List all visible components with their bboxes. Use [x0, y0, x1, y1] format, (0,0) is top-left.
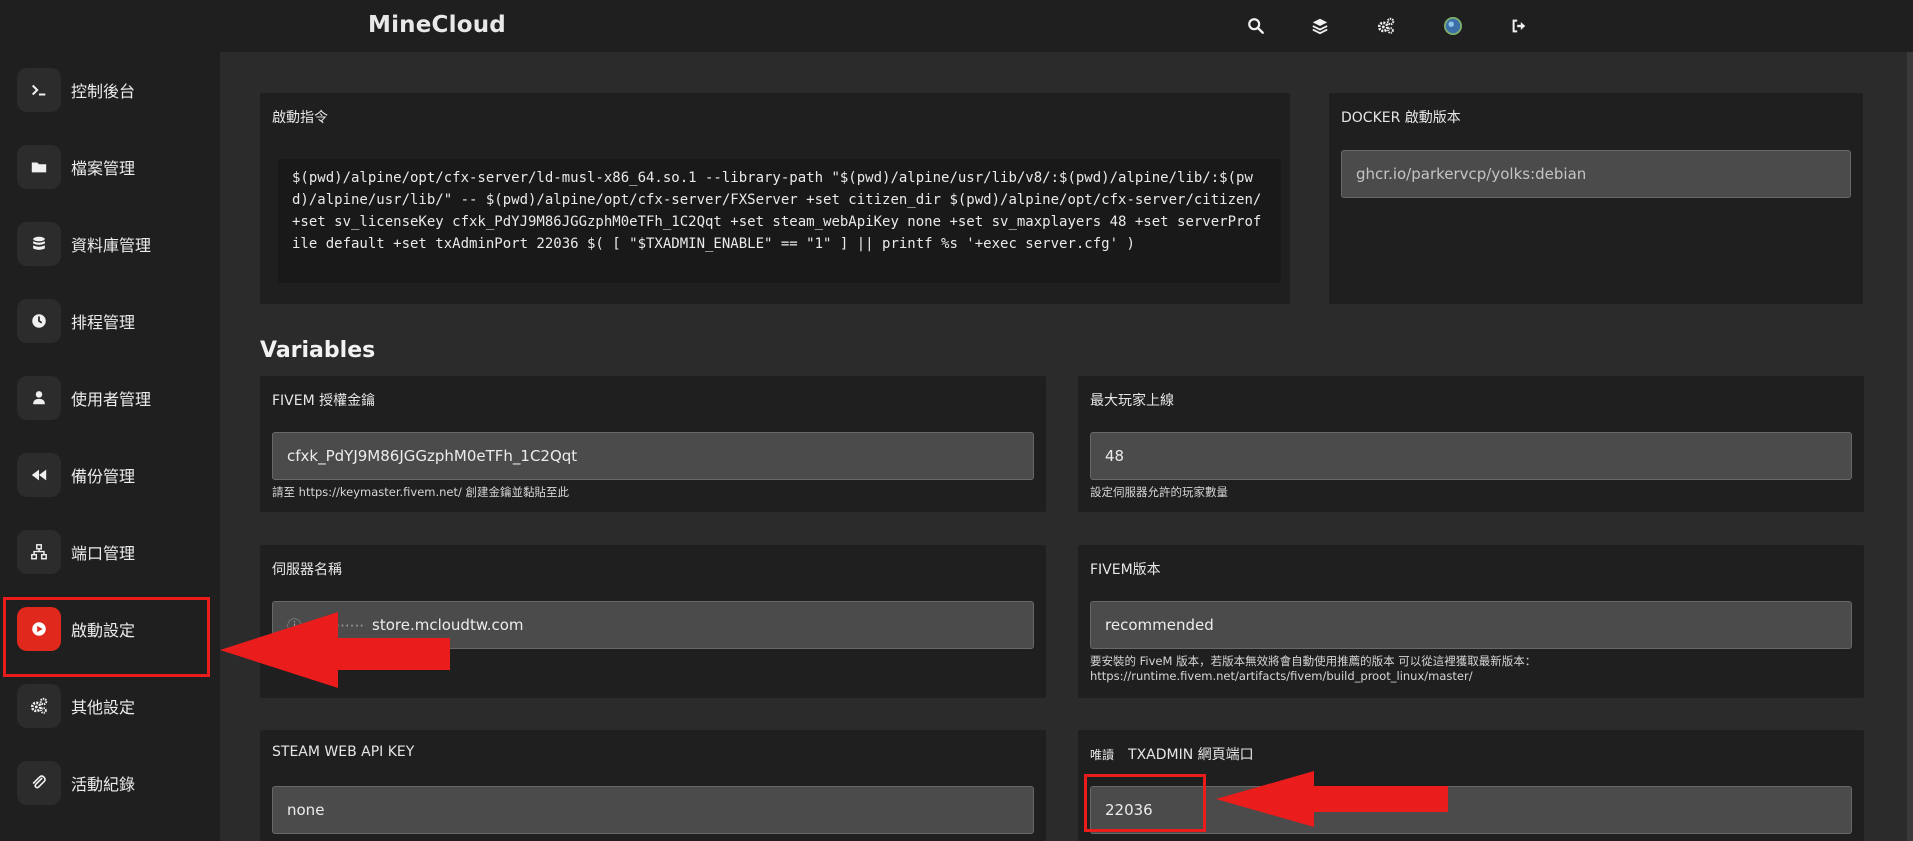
annotation-highlight-box [1084, 774, 1206, 832]
search-icon[interactable] [1243, 13, 1269, 39]
sidebar-item-schedules[interactable]: 排程管理 [0, 290, 210, 352]
gears-icon[interactable] [1373, 13, 1399, 39]
folder-icon [17, 145, 61, 189]
variable-card-maxplayers: 最大玩家上線 48 設定伺服器允許的玩家數量 [1078, 376, 1864, 512]
sidebar-item-label: 備份管理 [71, 467, 136, 486]
field-hint-link[interactable]: https://runtime.fivem.net/artifacts/five… [1090, 669, 1473, 684]
variable-card-steam: STEAM WEB API KEY none [260, 730, 1046, 841]
card-title: 唯讀 TXADMIN 網頁端口 [1090, 744, 1254, 764]
readonly-badge: 唯讀 [1090, 748, 1115, 762]
sidebar-item-label: 其他設定 [71, 698, 136, 717]
paperclip-icon [17, 761, 61, 805]
terminal-icon [17, 68, 61, 112]
sidebar-item-network[interactable]: 端口管理 [0, 521, 210, 583]
card-title: 啟動指令 [272, 110, 328, 126]
sidebar-item-label: 排程管理 [71, 313, 136, 332]
card-title: FIVEM版本 [1090, 562, 1161, 578]
sidebar-item-activity[interactable]: 活動紀錄 [0, 752, 210, 814]
clock-icon [17, 299, 61, 343]
sidebar-item-files[interactable]: 檔案管理 [0, 136, 210, 198]
top-bar: MineCloud [0, 0, 1913, 52]
startup-command-card: 啟動指令 $(pwd)/alpine/opt/cfx-server/ld-mus… [260, 93, 1290, 304]
sidebar-item-label: 資料庫管理 [71, 236, 152, 255]
annotation-highlight-box [3, 597, 210, 677]
logout-icon[interactable] [1506, 13, 1532, 39]
rewind-icon [17, 453, 61, 497]
fivem-version-input[interactable]: recommended [1090, 601, 1852, 649]
docker-image-select[interactable]: ghcr.io/parkervcp/yolks:debian [1341, 150, 1851, 198]
annotation-arrow [1216, 771, 1448, 827]
sidebar-item-settings[interactable]: 其他設定 [0, 675, 210, 737]
license-key-input[interactable]: cfxk_PdYJ9M86JGGzphM0eTFh_1C2Qqt [272, 432, 1034, 480]
avatar-icon[interactable] [1440, 13, 1466, 39]
startup-command-text: $(pwd)/alpine/opt/cfx-server/ld-musl-x86… [278, 159, 1281, 283]
sidebar: 控制後台 檔案管理 資料庫管理 排程管理 使用者管理 備份管理 端口管理 啟動設… [0, 52, 220, 841]
sidebar-item-console[interactable]: 控制後台 [0, 59, 210, 121]
steam-api-key-input[interactable]: none [272, 786, 1034, 834]
user-icon [17, 376, 61, 420]
max-players-input[interactable]: 48 [1090, 432, 1852, 480]
variable-card-version: FIVEM版本 recommended 要安裝的 FiveM 版本，若版本無效將… [1078, 545, 1864, 698]
sidebar-item-label: 端口管理 [71, 544, 136, 563]
network-icon [17, 530, 61, 574]
docker-image-card: DOCKER 啟動版本 ghcr.io/parkervcp/yolks:debi… [1329, 93, 1863, 304]
layers-icon[interactable] [1307, 13, 1333, 39]
card-title: DOCKER 啟動版本 [1341, 110, 1461, 126]
card-title: STEAM WEB API KEY [272, 744, 415, 760]
card-title: 伺服器名稱 [272, 562, 342, 578]
card-title: FIVEM 授權金鑰 [272, 393, 376, 409]
field-hint: 設定伺服器允許的玩家數量 [1090, 485, 1228, 499]
annotation-arrow [220, 612, 450, 688]
sidebar-item-label: 活動紀錄 [71, 775, 136, 794]
card-title: 最大玩家上線 [1090, 393, 1174, 409]
sidebar-item-label: 控制後台 [71, 82, 136, 101]
brand-title[interactable]: MineCloud [368, 12, 506, 38]
variable-card-license: FIVEM 授權金鑰 cfxk_PdYJ9M86JGGzphM0eTFh_1C2… [260, 376, 1046, 512]
page-scrollbar[interactable] [1907, 52, 1913, 841]
field-hint: 請至 https://keymaster.fivem.net/ 創建金鑰並黏貼至… [272, 485, 570, 499]
database-icon [17, 222, 61, 266]
card-title-text: TXADMIN 網頁端口 [1128, 747, 1254, 763]
section-title: Variables [260, 338, 376, 363]
sidebar-item-label: 使用者管理 [71, 390, 152, 409]
gears-icon [17, 684, 61, 728]
sidebar-item-label: 檔案管理 [71, 159, 136, 178]
sidebar-item-database[interactable]: 資料庫管理 [0, 213, 210, 275]
sidebar-item-users[interactable]: 使用者管理 [0, 367, 210, 429]
field-hint: 要安裝的 FiveM 版本，若版本無效將會自動使用推薦的版本 可以從這裡獲取最新… [1090, 654, 1537, 668]
sidebar-item-backups[interactable]: 備份管理 [0, 444, 210, 506]
